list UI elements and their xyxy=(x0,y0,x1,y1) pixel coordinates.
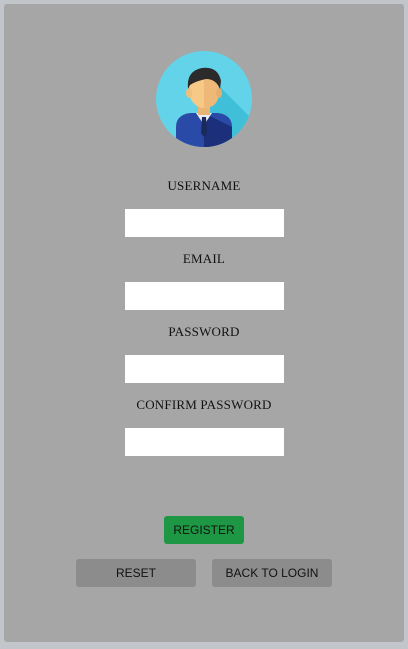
reset-button[interactable]: RESET xyxy=(76,559,196,587)
register-button[interactable]: REGISTER xyxy=(164,516,244,544)
password-input[interactable] xyxy=(125,355,284,383)
email-input[interactable] xyxy=(125,282,284,310)
username-input[interactable] xyxy=(125,209,284,237)
password-label: PASSWORD xyxy=(168,324,240,339)
confirm-password-input[interactable] xyxy=(125,428,284,456)
confirm-password-label: CONFIRM PASSWORD xyxy=(136,397,272,412)
email-label: EMAIL xyxy=(182,251,226,266)
username-label: USERNAME xyxy=(167,178,241,193)
user-avatar-icon xyxy=(156,51,252,147)
back-to-login-button[interactable]: BACK TO LOGIN xyxy=(212,559,332,587)
registration-panel: USERNAME EMAIL PASSWORD CONFIRM PASSWORD… xyxy=(4,4,404,642)
